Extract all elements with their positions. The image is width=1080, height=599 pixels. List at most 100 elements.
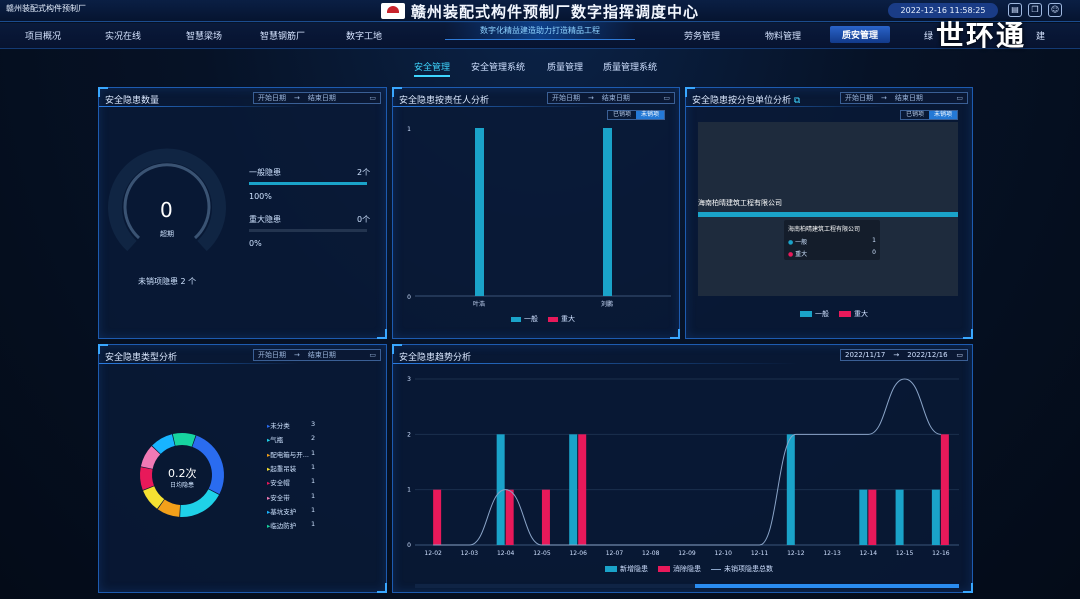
legend-item-value: 1 xyxy=(311,462,316,471)
company-name: 赣州装配式构件预制厂 xyxy=(6,4,86,13)
copy-icon[interactable]: ❐ xyxy=(1028,3,1042,17)
y-tick: 1 xyxy=(407,126,411,133)
y-tick: 0 xyxy=(407,294,411,301)
x-tick-label: 12-08 xyxy=(642,550,660,557)
bar-消除隐患 xyxy=(541,489,550,545)
donut-center-value: 0.2次 xyxy=(168,467,197,480)
legend-cleared: 消除隐患 xyxy=(673,565,701,573)
major-count: 0个 xyxy=(357,215,371,224)
legend-item[interactable]: ▸配电箱与开... xyxy=(267,449,309,459)
x-tick-label: 12-06 xyxy=(569,550,587,557)
legend-new: 新增隐患 xyxy=(620,565,648,573)
nav-item-live[interactable]: 实况在线 xyxy=(105,29,141,42)
bar-新增隐患 xyxy=(786,434,795,545)
legend-item-label: 安全帽 xyxy=(270,479,290,488)
panel-hazard-type: 安全隐患类型分析 开始日期 → 结束日期 ▭ 0.2次 日均隐患 ▸未分类 3 ▸气瓶 2 ▸… xyxy=(98,344,387,593)
x-tick-label: 12-10 xyxy=(715,550,733,557)
page-title: 赣州装配式构件预制厂数字指挥调度中心 xyxy=(410,2,699,21)
date-range-picker[interactable]: 开始日期 → 结束日期 ▭ xyxy=(840,92,968,104)
x-tick-label: 刘鹏 xyxy=(601,300,613,308)
nav-item-material[interactable]: 物料管理 xyxy=(765,29,801,42)
legend-pending-total: 未销项隐患总数 xyxy=(724,565,773,573)
legend-item[interactable]: ▸未分类 xyxy=(267,420,290,430)
legend-item[interactable]: ▸安全带 xyxy=(267,492,290,502)
legend-item-value: 1 xyxy=(311,448,316,457)
tooltip-label-major: 重大 xyxy=(795,251,808,258)
tab-quality-system[interactable]: 质量管理系统 xyxy=(603,60,657,73)
panel-hazard-count: 安全隐患数量 开始日期 → 结束日期 ▭ 0 超期 一般隐患 2个 100% 重大隐患… xyxy=(98,87,387,339)
legend-item-label: 配电箱与开... xyxy=(270,450,309,459)
tooltip-value-major: 0 xyxy=(872,249,876,256)
x-tick-label: 12-07 xyxy=(606,550,624,557)
tooltip-value-general: 1 xyxy=(872,237,876,244)
nav-item-beam[interactable]: 智慧梁场 xyxy=(186,29,222,42)
legend-item[interactable]: ▸临边防护 xyxy=(267,520,296,530)
nav-item-overview[interactable]: 项目概况 xyxy=(25,29,61,42)
gauge-chart xyxy=(108,148,226,252)
legend-item-value: 1 xyxy=(311,505,316,514)
legend-item[interactable]: ▸基坑支护 xyxy=(267,506,296,516)
brand-watermark: 世环通 xyxy=(936,19,1027,52)
legend-item[interactable]: ▸起重吊装 xyxy=(267,463,296,473)
pending-count: 未销项隐患 2 个 xyxy=(138,277,197,286)
legend-item-value: 3 xyxy=(311,420,316,428)
legend-item-value: 1 xyxy=(311,491,316,500)
nav-item-partial[interactable]: 建 xyxy=(1036,29,1045,42)
x-tick-label: 12-11 xyxy=(751,550,769,557)
legend-item-label: 安全带 xyxy=(270,493,290,502)
legend-item-label: 未分类 xyxy=(270,422,290,430)
donut-slice xyxy=(140,467,154,490)
gauge-value: 0 xyxy=(160,198,173,222)
user-icon[interactable]: ☺ xyxy=(1048,3,1062,17)
tab-safety[interactable]: 安全管理 xyxy=(414,60,451,77)
rectify-toggle[interactable]: 已销项 未销项 xyxy=(900,110,959,120)
bar-消除隐患 xyxy=(868,489,877,545)
legend-item[interactable]: ▸安全帽 xyxy=(267,477,290,487)
nav-item-labor[interactable]: 劳务管理 xyxy=(684,29,720,42)
person-bar-chart: 1 0 叶浩 刘鹏 xyxy=(407,126,671,308)
external-link-icon[interactable]: ⧉ xyxy=(794,96,800,106)
tooltip: 海南柏晴建筑工程有限公司 ● 一般 1 ● 重大 0 xyxy=(784,220,880,260)
donut-slice xyxy=(172,433,196,447)
x-tick-label: 12-02 xyxy=(424,550,442,557)
legend-item-value: 2 xyxy=(311,434,316,443)
nav-item-rebar[interactable]: 智慧钢筋厂 xyxy=(260,29,305,42)
bar-一般 xyxy=(475,128,484,296)
nav-item-green[interactable]: 绿 xyxy=(924,29,933,42)
toggle-unrectified[interactable]: 未销项 xyxy=(929,111,958,119)
x-tick-label: 12-03 xyxy=(461,550,479,557)
bar-消除隐患 xyxy=(578,434,587,545)
x-tick-label: 12-16 xyxy=(932,550,950,557)
bar-消除隐患 xyxy=(505,489,514,545)
x-tick-label: 12-14 xyxy=(860,550,878,557)
bar-新增隐患 xyxy=(931,489,940,545)
legend-item-label: 气瓶 xyxy=(270,436,284,445)
scrollbar-thumb[interactable] xyxy=(695,584,959,588)
chart-legend: 一般 重大 xyxy=(511,314,575,324)
range-arrow: → xyxy=(881,94,887,102)
tooltip-label-general: 一般 xyxy=(795,239,808,246)
legend-item[interactable]: ▸气瓶 xyxy=(267,434,283,444)
panel-title-text: 安全隐患按分包单位分析 xyxy=(692,96,792,106)
legend-major: 重大 xyxy=(561,315,575,323)
company-logo xyxy=(380,3,405,19)
chart-legend: 新增隐患 消除隐患 未销项隐患总数 xyxy=(605,564,773,574)
tab-quality[interactable]: 质量管理 xyxy=(547,60,583,73)
tab-safety-system[interactable]: 安全管理系统 xyxy=(471,60,525,73)
tooltip-title: 海南柏晴建筑工程有限公司 xyxy=(788,226,861,233)
gauge-label: 超期 xyxy=(160,230,174,238)
panel-by-person: 安全隐患按责任人分析 开始日期 → 结束日期 ▭ 已销项 未销项 1 0 叶浩 刘鹏 一般 重… xyxy=(392,87,680,339)
y-tick: 2 xyxy=(407,431,411,438)
scrollbar-track[interactable] xyxy=(415,584,959,588)
general-progress xyxy=(249,182,367,185)
y-tick: 0 xyxy=(407,542,411,549)
toggle-rectified[interactable]: 已销项 xyxy=(901,111,929,119)
nav-item-digital-site[interactable]: 数字工地 xyxy=(346,29,382,42)
bar-新增隐患 xyxy=(895,489,904,545)
major-progress xyxy=(249,229,367,232)
chart-legend: 一般 重大 xyxy=(800,309,868,319)
x-tick-label: 12-13 xyxy=(823,550,841,557)
nav-item-quality-safety[interactable]: 质安管理 xyxy=(830,26,891,43)
panel-trend: 安全隐患趋势分析 2022/11/17 → 2022/12/16 ▭ 0 1 2 3 12-0… xyxy=(392,344,973,593)
panel-title: 安全隐患按分包单位分析 ⧉ xyxy=(692,93,800,106)
